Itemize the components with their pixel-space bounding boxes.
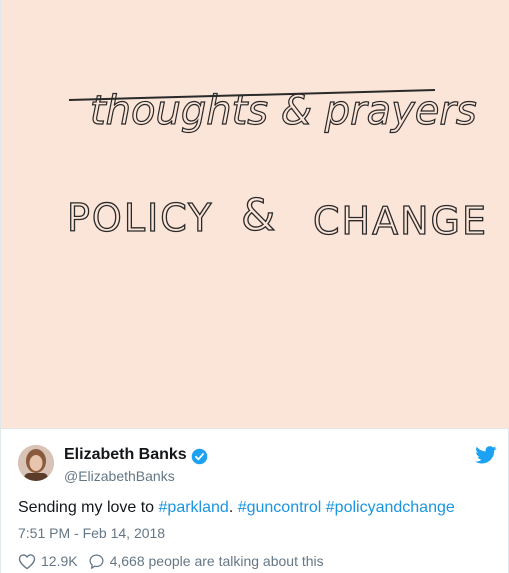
tweet-image[interactable]: thoughts & prayers POLICY & CHANGE xyxy=(1,0,509,429)
like-count: 12.9K xyxy=(41,553,78,569)
image-text-change: CHANGE xyxy=(313,199,488,243)
avatar[interactable] xyxy=(18,445,54,481)
conversation-action[interactable]: 4,668 people are talking about this xyxy=(88,553,324,570)
verified-badge-icon xyxy=(191,448,208,465)
tweet-text: Sending my love to #parkland. #guncontro… xyxy=(18,499,455,517)
author-handle[interactable]: @ElizabethBanks xyxy=(64,468,175,484)
heart-icon xyxy=(18,553,36,569)
twitter-bird-icon[interactable] xyxy=(475,446,497,464)
reply-bubble-icon xyxy=(89,553,104,569)
tweet-timestamp[interactable]: 7:51 PM - Feb 14, 2018 xyxy=(18,525,165,541)
image-text-ampersand: & xyxy=(241,190,275,241)
tweet-embed[interactable]: thoughts & prayers POLICY & CHANGE Eliza… xyxy=(0,0,509,573)
like-action[interactable]: 12.9K xyxy=(18,553,88,570)
author-name[interactable]: Elizabeth Banks xyxy=(64,446,187,464)
tweet-actions: 12.9K 4,668 people are talking about thi… xyxy=(18,552,324,570)
talking-count: 4,668 people are talking about this xyxy=(109,553,324,569)
hashtag-parkland[interactable]: #parkland xyxy=(159,499,229,516)
tweet-text-separator: . xyxy=(228,499,238,516)
hashtag-guncontrol[interactable]: #guncontrol xyxy=(238,499,322,516)
tweet-text-body: Sending my love to xyxy=(18,499,159,516)
hashtag-policyandchange[interactable]: #policyandchange xyxy=(326,499,455,516)
image-text-policy: POLICY xyxy=(67,196,213,240)
